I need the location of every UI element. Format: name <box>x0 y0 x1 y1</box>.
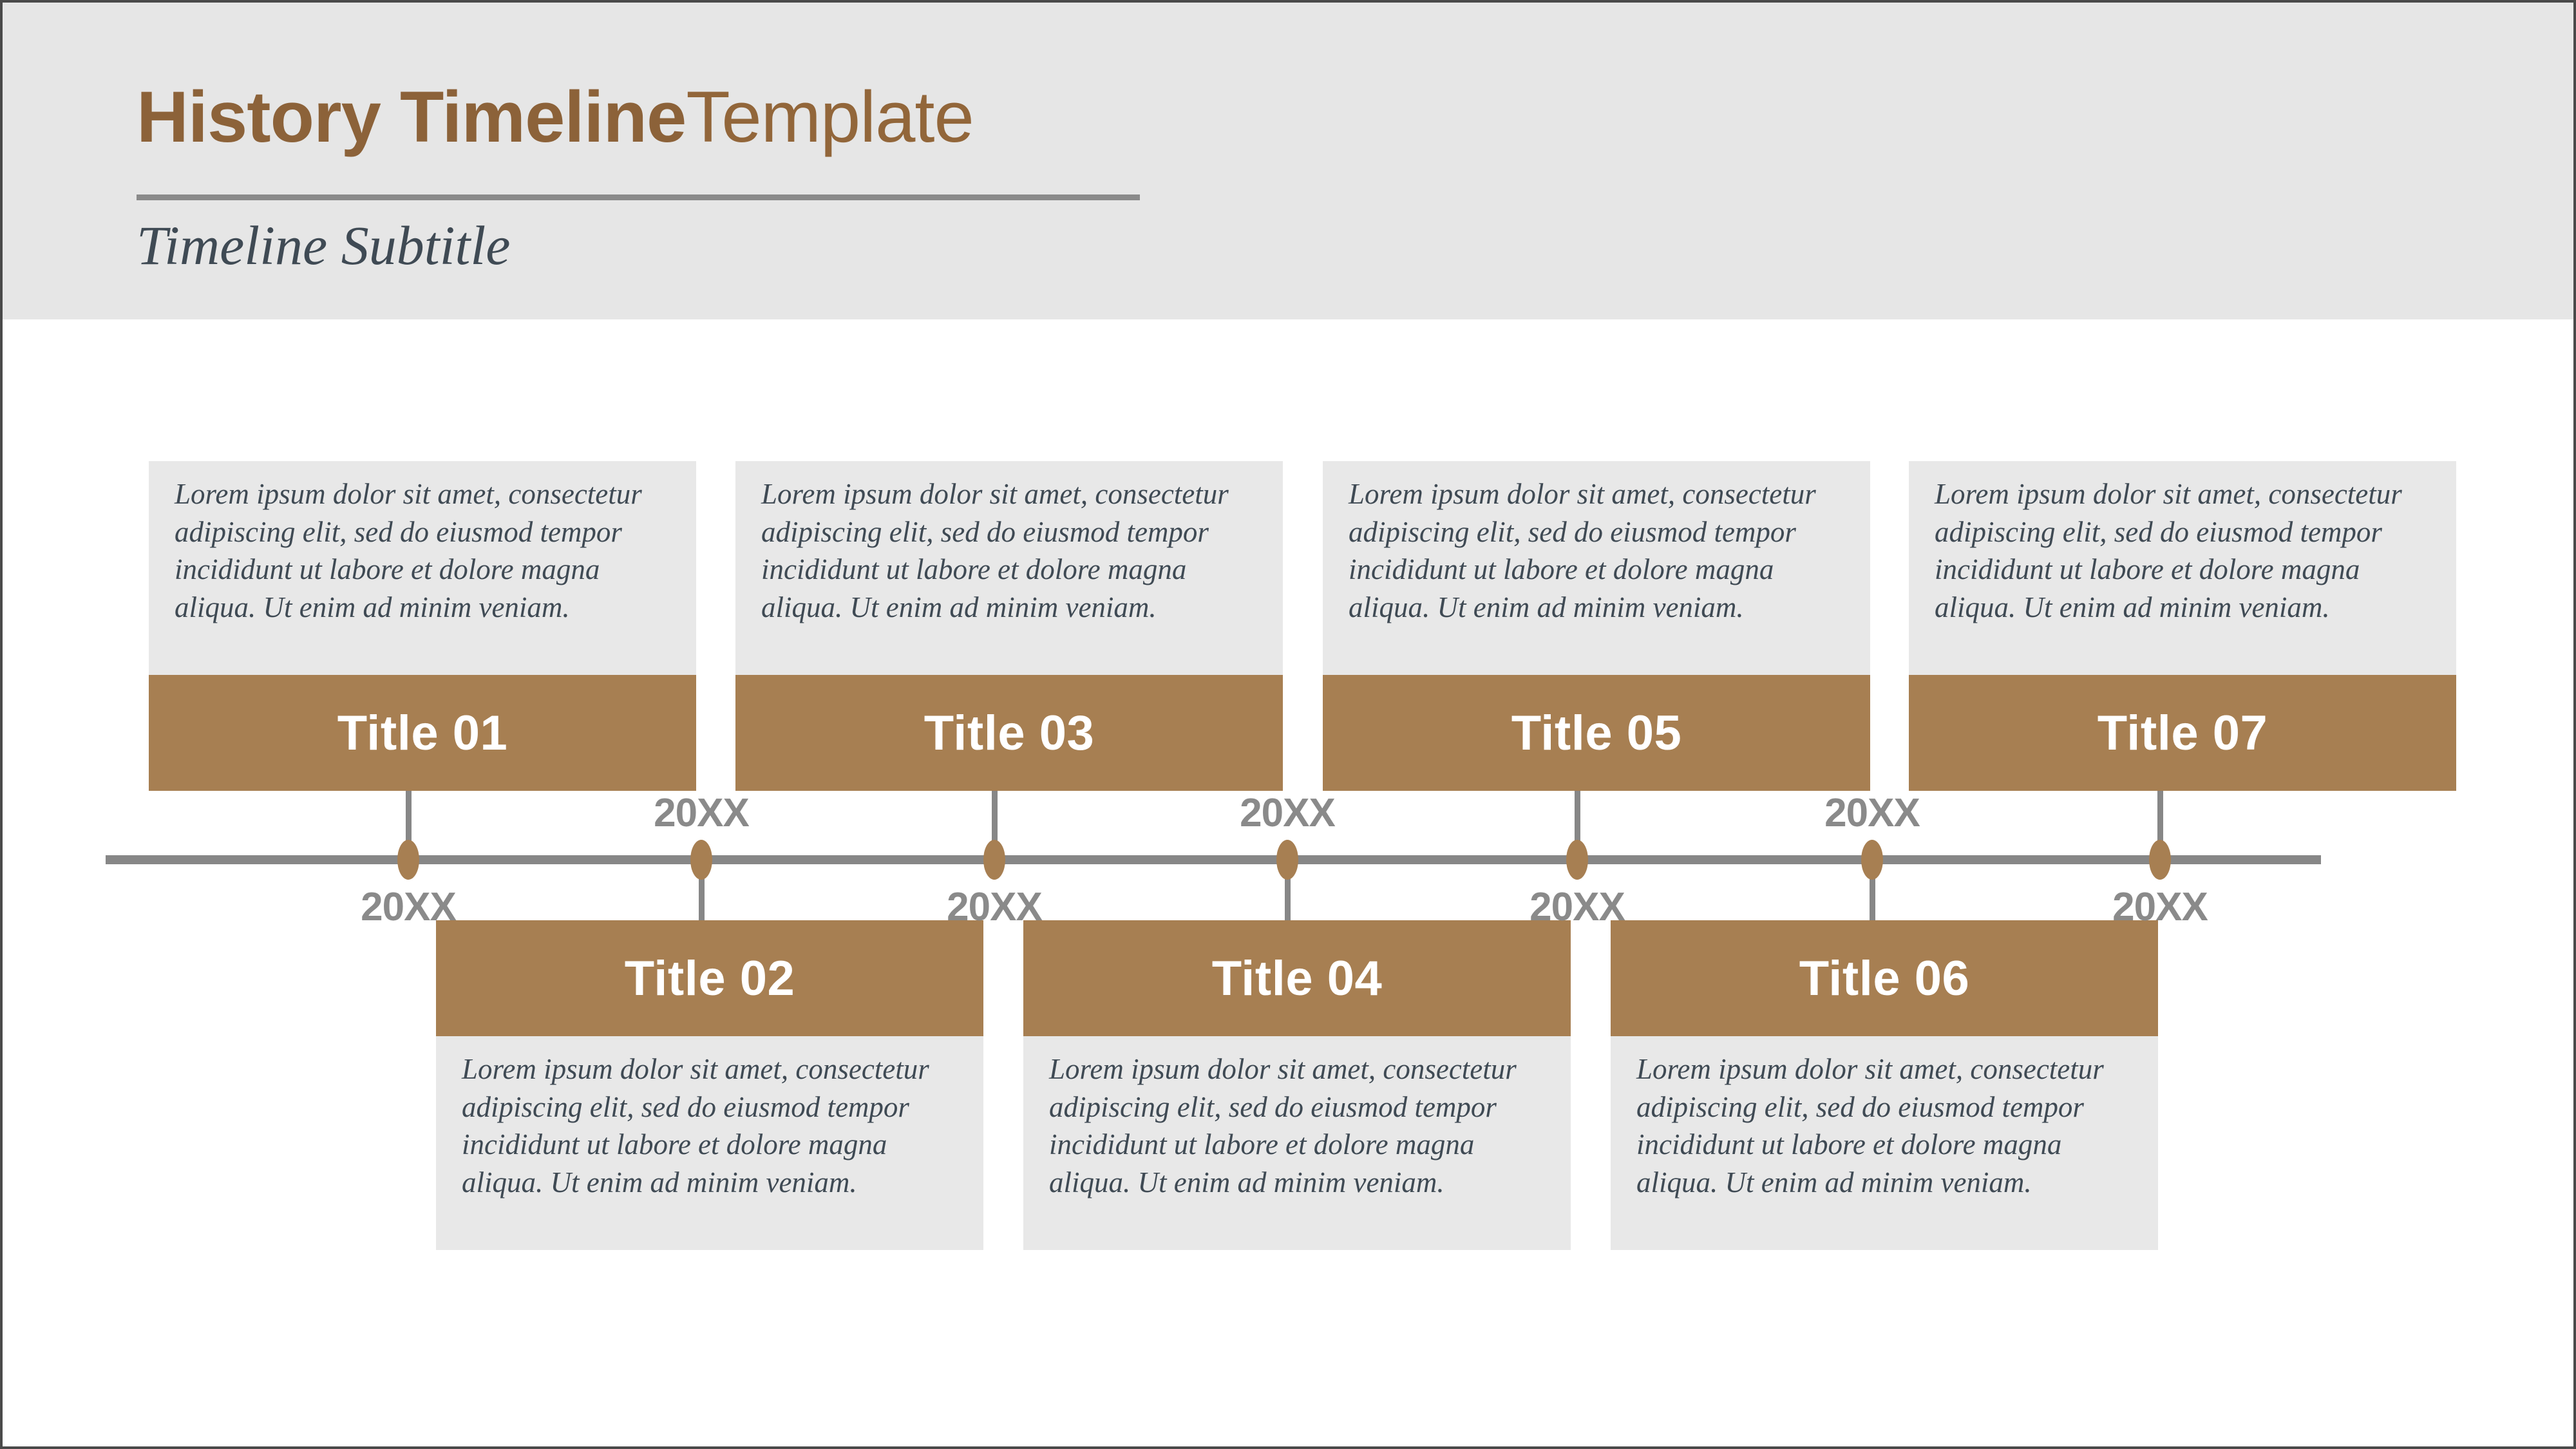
milestone-body: Lorem ipsum dolor sit amet, consectetur … <box>1323 461 1870 675</box>
milestone-card[interactable]: Lorem ipsum dolor sit amet, consectetur … <box>149 461 696 791</box>
milestone-body: Lorem ipsum dolor sit amet, consectetur … <box>436 1036 983 1250</box>
timeline-axis <box>106 855 2321 864</box>
timeline-marker[interactable] <box>983 840 1005 880</box>
milestone-body: Lorem ipsum dolor sit amet, consectetur … <box>1611 1036 2158 1250</box>
header-band: History TimelineTemplate Timeline Subtit… <box>3 3 2573 319</box>
milestone-body: Lorem ipsum dolor sit amet, consectetur … <box>1909 461 2456 675</box>
milestone-title: Title 03 <box>735 675 1283 791</box>
timeline-marker[interactable] <box>2149 840 2171 880</box>
milestone-title: Title 01 <box>149 675 696 791</box>
timeline-marker[interactable] <box>1861 840 1883 880</box>
milestone-title: Title 04 <box>1023 920 1571 1036</box>
timeline-marker[interactable] <box>1566 840 1588 880</box>
timeline-year-label: 20XX <box>1240 791 1336 835</box>
milestone-card[interactable]: Title 02 Lorem ipsum dolor sit amet, cons… <box>436 920 983 1250</box>
title-divider <box>137 194 1140 200</box>
milestone-card[interactable]: Title 06 Lorem ipsum dolor sit amet, cons… <box>1611 920 2158 1250</box>
milestone-card[interactable]: Lorem ipsum dolor sit amet, consectetur … <box>735 461 1283 791</box>
page-title: History TimelineTemplate <box>137 81 974 153</box>
timeline-year-label: 20XX <box>1824 791 1920 835</box>
timeline-year-label: 20XX <box>2112 885 2208 929</box>
timeline-year-label: 20XX <box>654 791 750 835</box>
timeline-marker[interactable] <box>397 840 419 880</box>
milestone-body: Lorem ipsum dolor sit amet, consectetur … <box>1023 1036 1571 1250</box>
timeline-marker[interactable] <box>690 840 712 880</box>
milestone-body: Lorem ipsum dolor sit amet, consectetur … <box>149 461 696 675</box>
milestone-card[interactable]: Lorem ipsum dolor sit amet, consectetur … <box>1323 461 1870 791</box>
milestone-title: Title 05 <box>1323 675 1870 791</box>
milestone-card[interactable]: Title 04 Lorem ipsum dolor sit amet, cons… <box>1023 920 1571 1250</box>
milestone-card[interactable]: Lorem ipsum dolor sit amet, consectetur … <box>1909 461 2456 791</box>
page-title-light: Template <box>686 77 974 157</box>
milestone-body: Lorem ipsum dolor sit amet, consectetur … <box>735 461 1283 675</box>
milestone-title: Title 06 <box>1611 920 2158 1036</box>
milestone-title: Title 07 <box>1909 675 2456 791</box>
timeline-slide: History TimelineTemplate Timeline Subtit… <box>0 0 2576 1449</box>
timeline-marker[interactable] <box>1276 840 1298 880</box>
milestone-title: Title 02 <box>436 920 983 1036</box>
page-subtitle: Timeline Subtitle <box>137 214 511 276</box>
page-title-strong: History Timeline <box>137 77 687 157</box>
